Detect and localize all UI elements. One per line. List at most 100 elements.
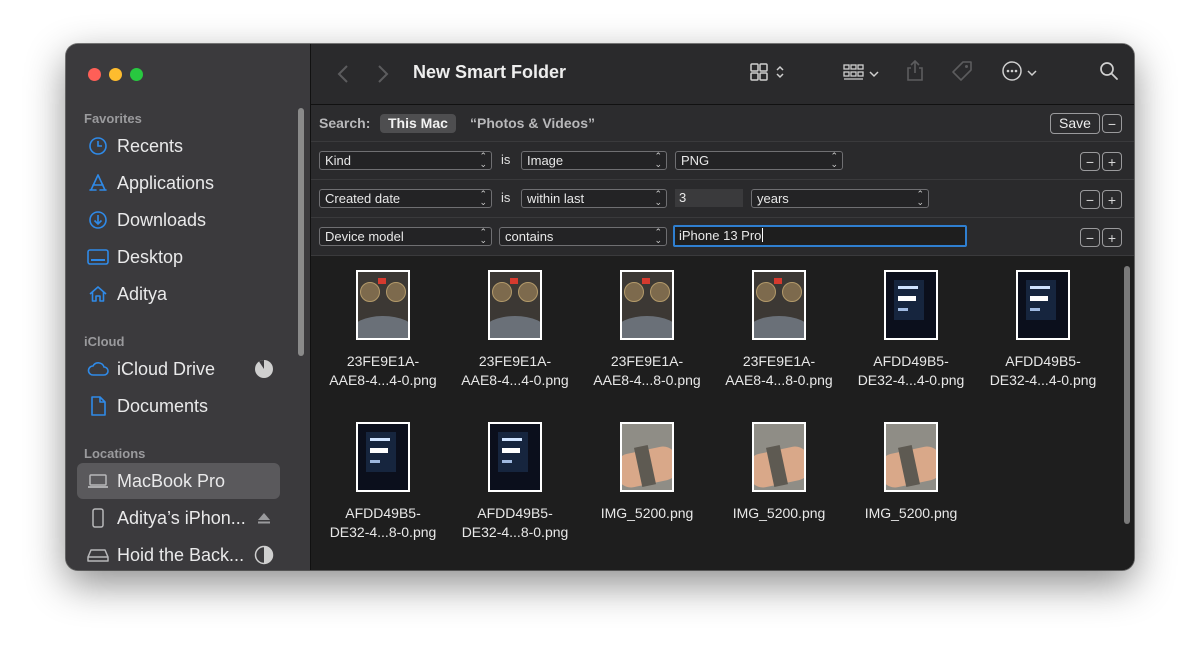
file-item[interactable]: 23FE9E1A- AAE8-4...4-0.png <box>449 270 581 390</box>
file-item[interactable]: IMG_5200.png <box>713 422 845 523</box>
date-condition-popup[interactable]: within last ⌃ ⌄ <box>521 189 667 208</box>
search-scope-bar: Search: This Mac “Photos & Videos” Save … <box>311 105 1134 142</box>
sidebar-item-label: Hoid the Back... <box>117 544 245 565</box>
back-button[interactable] <box>333 62 353 86</box>
chevron-updown-icon: ⌃ ⌄ <box>654 227 662 245</box>
file-thumbnail <box>356 422 410 492</box>
minimize-window-button[interactable] <box>109 68 122 81</box>
attribute-popup[interactable]: Created date ⌃ ⌄ <box>319 189 492 208</box>
download-icon <box>87 209 109 231</box>
search-rule-created-date: Created date ⌃ ⌄ is within last ⌃ ⌄ 3 year… <box>311 180 1134 218</box>
toolbar: New Smart Folder <box>311 44 1134 105</box>
file-thumbnail <box>752 270 806 340</box>
device-model-field[interactable]: iPhone 13 Pro <box>673 225 967 247</box>
eject-icon[interactable] <box>254 508 274 528</box>
add-rule-button[interactable]: + <box>1102 190 1122 209</box>
results-scrollbar[interactable] <box>1124 266 1130 524</box>
home-icon <box>87 283 109 305</box>
sidebar-item-iphone[interactable]: Aditya’s iPhon... <box>77 500 280 536</box>
view-mode-button[interactable] <box>745 62 789 86</box>
file-item[interactable]: AFDD49B5- DE32-4...4-0.png <box>845 270 977 390</box>
sidebar-item-documents[interactable]: Documents <box>77 388 280 424</box>
more-actions-button[interactable] <box>997 60 1041 86</box>
sidebar-item-icloud-drive[interactable]: iCloud Drive <box>77 351 280 387</box>
group-by-button[interactable] <box>839 62 883 86</box>
window-title: New Smart Folder <box>413 62 567 82</box>
file-item[interactable]: AFDD49B5- DE32-4...4-0.png <box>977 270 1109 390</box>
file-name: 23FE9E1A- AAE8-4...4-0.png <box>461 353 569 388</box>
tag-icon <box>951 60 973 87</box>
close-window-button[interactable] <box>88 68 101 81</box>
save-button[interactable]: Save <box>1050 113 1100 134</box>
window-controls <box>88 68 143 81</box>
sidebar-item-applications[interactable]: Applications <box>77 165 280 201</box>
add-rule-button[interactable]: + <box>1102 228 1122 247</box>
remove-rule-button[interactable]: − <box>1080 228 1100 247</box>
file-item[interactable]: IMG_5200.png <box>581 422 713 523</box>
sidebar-section-locations: Locations <box>84 446 146 461</box>
sidebar-item-downloads[interactable]: Downloads <box>77 202 280 238</box>
kind-value-popup[interactable]: Image ⌃ ⌄ <box>521 151 667 170</box>
operator-popup[interactable]: contains ⌃ ⌄ <box>499 227 667 246</box>
remove-rule-button[interactable]: − <box>1080 190 1100 209</box>
search-rule-kind: Kind ⌃ ⌄ is Image ⌃ ⌄ PNG ⌃ ⌄ − + <box>311 142 1134 180</box>
sidebar-item-label: iCloud Drive <box>117 358 216 379</box>
sidebar-item-recents[interactable]: Recents <box>77 128 280 164</box>
tags-button[interactable] <box>949 60 975 86</box>
sidebar-item-label: MacBook Pro <box>117 470 226 491</box>
search-button[interactable] <box>1097 61 1121 85</box>
laptop-icon <box>87 470 109 492</box>
file-item[interactable]: 23FE9E1A- AAE8-4...4-0.png <box>317 270 449 390</box>
sidebar-item-aditya[interactable]: Aditya <box>77 276 280 312</box>
unit-popup[interactable]: years ⌃ ⌄ <box>751 189 929 208</box>
file-item[interactable]: IMG_5200.png <box>845 422 977 523</box>
zoom-window-button[interactable] <box>130 68 143 81</box>
file-item[interactable]: AFDD49B5- DE32-4...8-0.png <box>317 422 449 542</box>
sidebar-item-backup-drive[interactable]: Hoid the Back... <box>77 537 280 570</box>
sidebar-item-label: Applications <box>117 172 215 193</box>
cloud-icon <box>87 358 109 380</box>
file-name: AFDD49B5- DE32-4...8-0.png <box>329 505 437 540</box>
scope-photos-videos[interactable]: “Photos & Videos” <box>470 115 595 131</box>
remove-search-button[interactable]: − <box>1102 114 1122 133</box>
file-item[interactable]: 23FE9E1A- AAE8-4...8-0.png <box>713 270 845 390</box>
file-thumbnail <box>620 270 674 340</box>
file-thumbnail <box>884 270 938 340</box>
share-icon <box>906 59 924 87</box>
file-item[interactable]: AFDD49B5- DE32-4...8-0.png <box>449 422 581 542</box>
main-area: New Smart Folder Search: This Mac “Photo… <box>311 44 1134 570</box>
chevron-updown-icon: ⌃ ⌄ <box>654 151 662 169</box>
sidebar-item-desktop[interactable]: Desktop <box>77 239 280 275</box>
forward-button[interactable] <box>373 62 393 86</box>
group-grid-icon <box>843 63 865 86</box>
iphone-icon <box>87 507 109 529</box>
scope-this-mac[interactable]: This Mac <box>380 114 456 133</box>
clock-icon <box>87 135 109 157</box>
chevron-updown-icon <box>775 64 785 85</box>
attribute-popup[interactable]: Device model ⌃ ⌄ <box>319 227 492 246</box>
search-icon <box>1099 61 1119 86</box>
operator-label: is <box>501 190 511 205</box>
search-label: Search: <box>319 115 371 131</box>
attribute-value: Kind <box>325 153 352 168</box>
sync-progress-icon <box>254 359 274 379</box>
add-rule-button[interactable]: + <box>1102 152 1122 171</box>
amount-field[interactable]: 3 <box>675 189 743 207</box>
remove-rule-button[interactable]: − <box>1080 152 1100 171</box>
image-type-popup[interactable]: PNG ⌃ ⌄ <box>675 151 843 170</box>
grid-icon <box>749 62 769 87</box>
attribute-popup[interactable]: Kind ⌃ ⌄ <box>319 151 492 170</box>
share-button[interactable] <box>903 59 927 87</box>
sidebar-item-macbook-pro[interactable]: MacBook Pro <box>77 463 280 499</box>
attribute-value: Device model <box>325 229 404 244</box>
sidebar-scrollbar[interactable] <box>298 108 304 356</box>
device-model-value: iPhone 13 Pro <box>679 228 762 243</box>
file-thumbnail <box>1016 270 1070 340</box>
file-name: AFDD49B5- DE32-4...8-0.png <box>461 505 569 540</box>
applications-icon <box>87 172 109 194</box>
date-condition-value: within last <box>527 191 585 206</box>
file-thumbnail <box>884 422 938 492</box>
chevron-updown-icon: ⌃ ⌄ <box>479 151 487 169</box>
file-name: 23FE9E1A- AAE8-4...8-0.png <box>725 353 833 388</box>
file-item[interactable]: 23FE9E1A- AAE8-4...8-0.png <box>581 270 713 390</box>
